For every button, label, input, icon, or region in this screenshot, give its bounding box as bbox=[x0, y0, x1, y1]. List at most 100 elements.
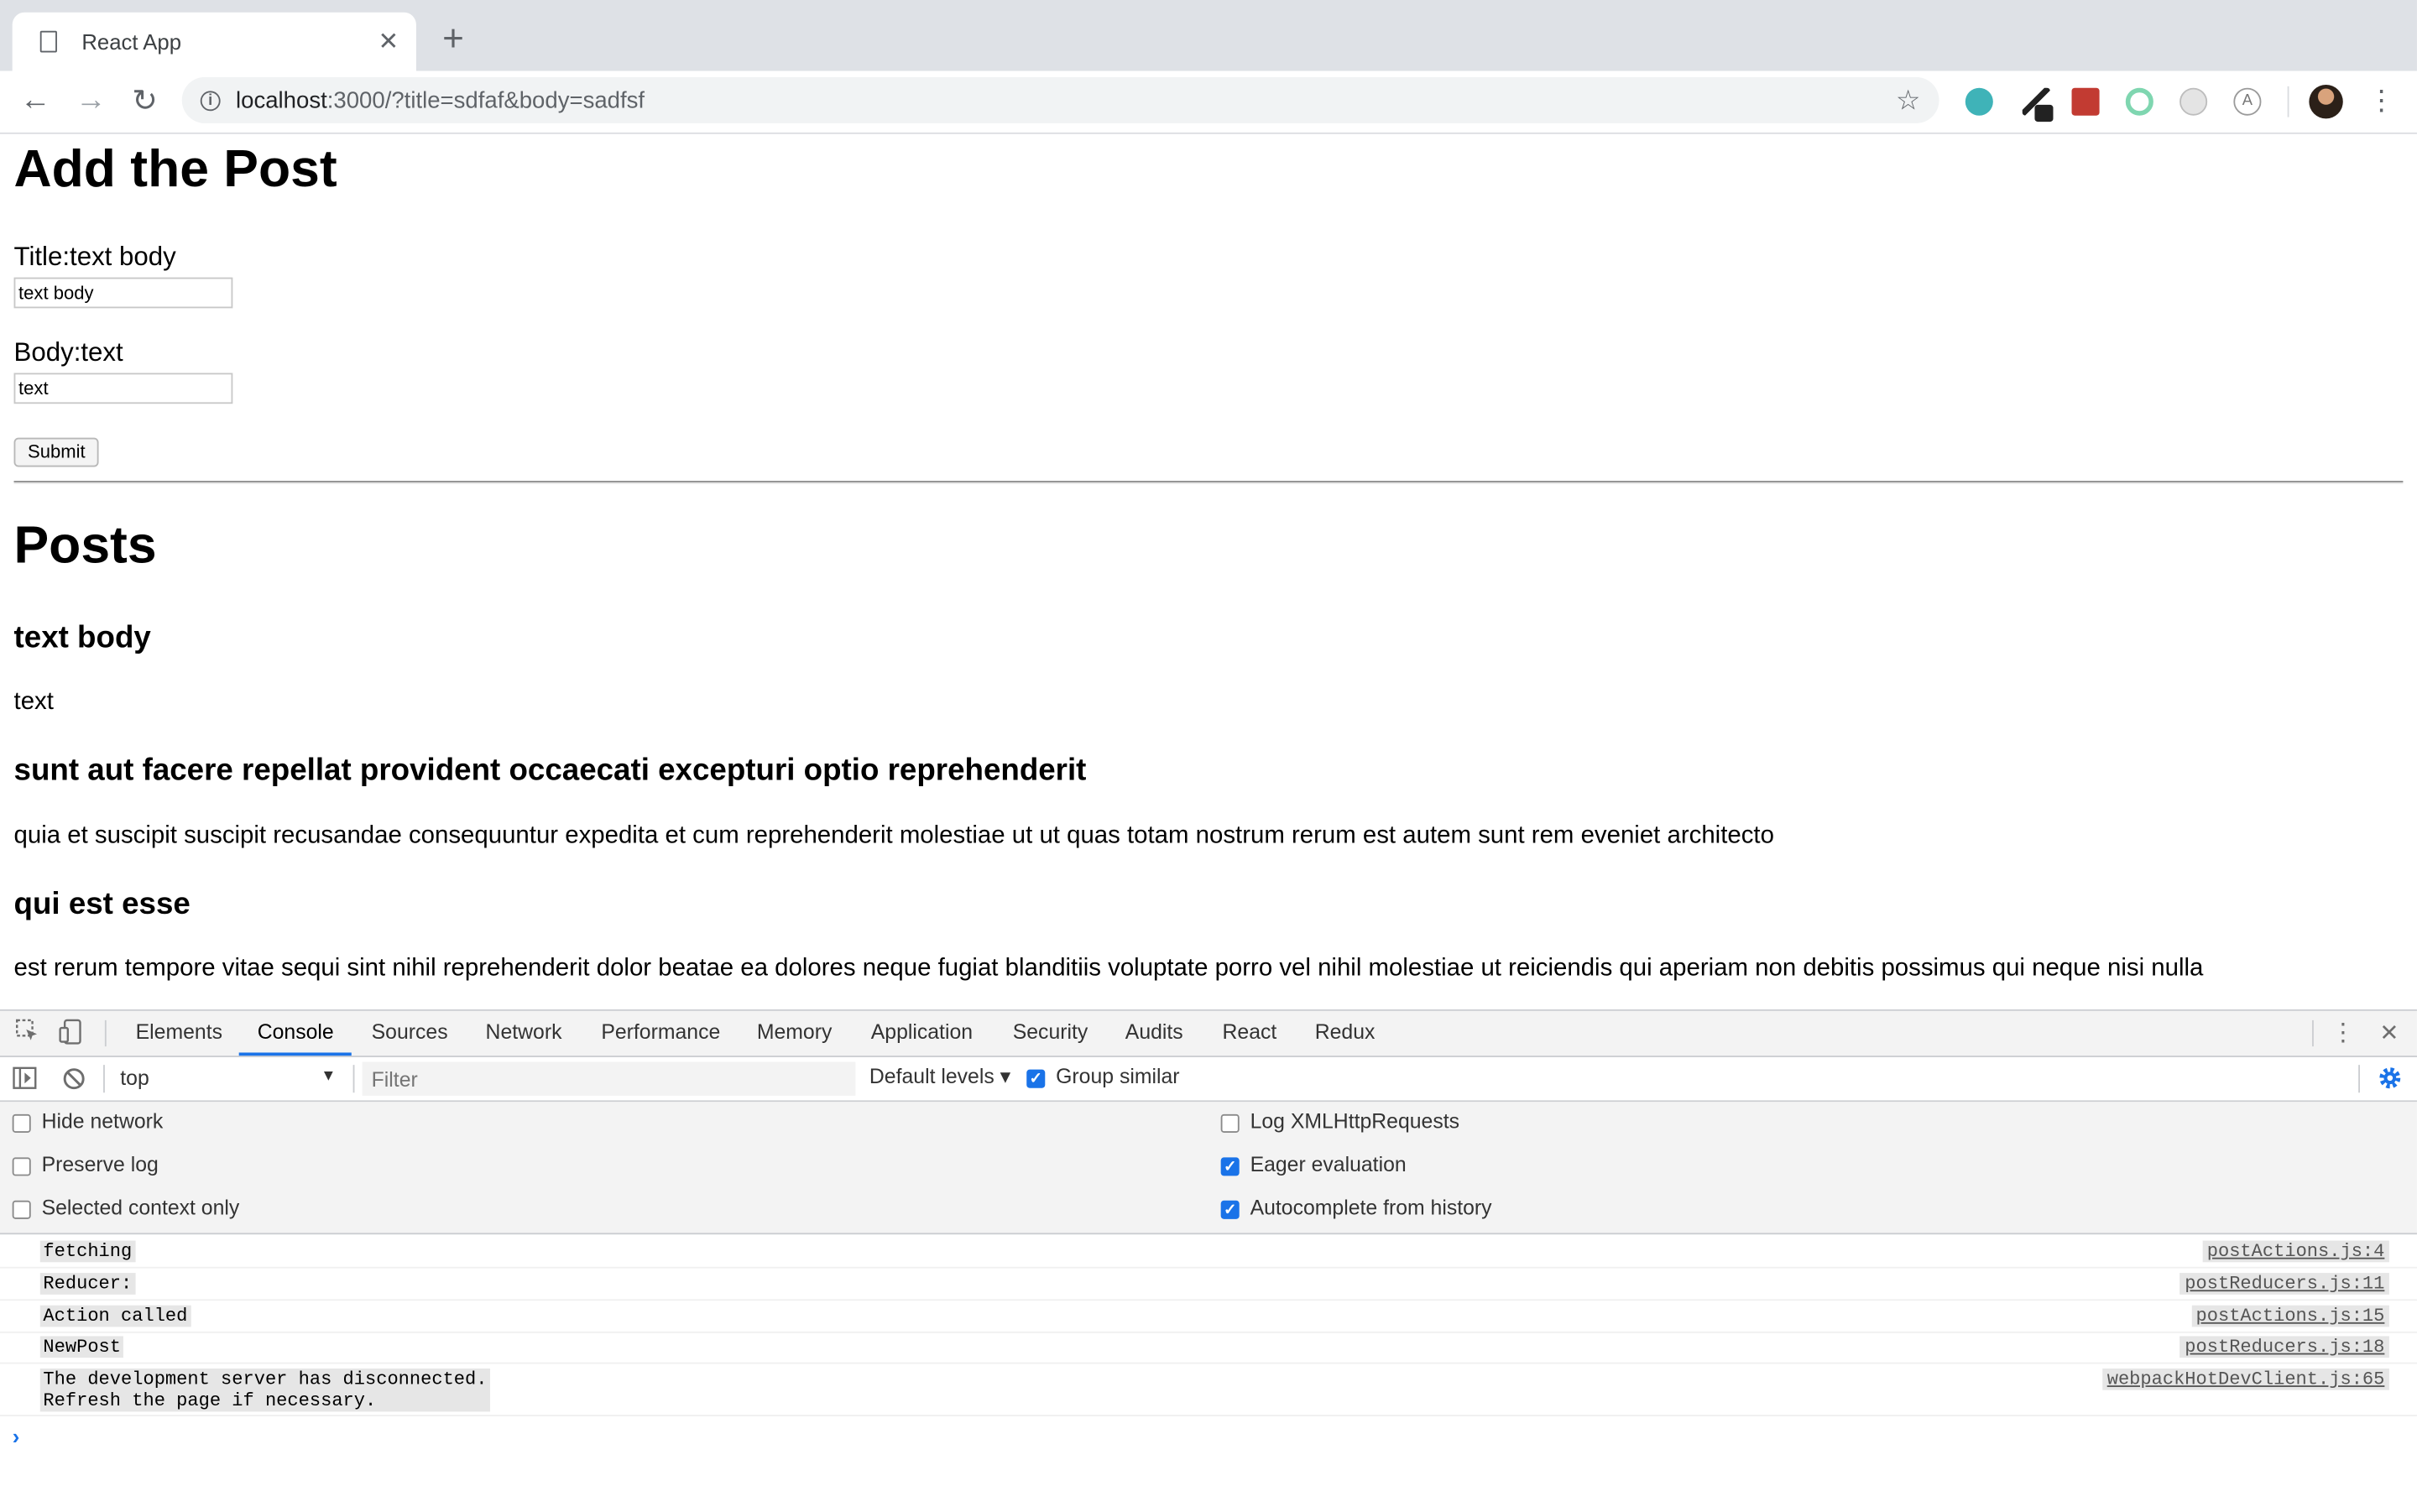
inspect-element-icon[interactable] bbox=[15, 1019, 39, 1043]
post-body: quia et suscipit suscipit recusandae con… bbox=[13, 822, 1774, 850]
info-icon[interactable]: i bbox=[200, 90, 221, 111]
post-title: qui est esse bbox=[13, 887, 191, 922]
hide-network-checkbox[interactable] bbox=[12, 1113, 31, 1133]
tab-console[interactable]: Console bbox=[258, 1011, 334, 1056]
context-value: top bbox=[120, 1066, 149, 1090]
autocomplete-history-label: Autocomplete from history bbox=[1250, 1196, 1492, 1219]
console-settings-pane: Hide network Preserve log Selected conte… bbox=[0, 1102, 2417, 1235]
console-message: The development server has disconnected.… bbox=[0, 1363, 2417, 1416]
tab-title: React App bbox=[81, 29, 182, 55]
selected-context-label: Selected context only bbox=[41, 1196, 240, 1219]
address-bar[interactable]: i localhost:3000/?title=sdfaf&body=sadfs… bbox=[181, 76, 1939, 123]
console-source-link[interactable]: postActions.js:15 bbox=[2191, 1305, 2389, 1327]
hide-network-label: Hide network bbox=[41, 1109, 164, 1133]
log-xhr-label: Log XMLHttpRequests bbox=[1250, 1109, 1460, 1133]
posts-heading: Posts bbox=[13, 516, 157, 576]
tab-strip: React App ✕ + bbox=[0, 0, 2417, 71]
console-message-text: Action called bbox=[39, 1305, 191, 1327]
device-toolbar-icon[interactable] bbox=[59, 1019, 83, 1045]
console-message-text: The development server has disconnected.… bbox=[39, 1368, 491, 1412]
tab-audits[interactable]: Audits bbox=[1125, 1011, 1183, 1056]
tab-react[interactable]: React bbox=[1223, 1011, 1277, 1056]
browser-tab[interactable]: React App ✕ bbox=[12, 12, 416, 71]
tab-network[interactable]: Network bbox=[486, 1011, 562, 1056]
settings-gear-icon[interactable] bbox=[2377, 1065, 2403, 1091]
divider bbox=[13, 481, 2404, 484]
bookmark-star-icon[interactable]: ☆ bbox=[1896, 84, 1921, 117]
browser-toolbar: ← → ↻ i localhost:3000/?title=sdfaf&body… bbox=[0, 70, 2417, 134]
console-message: Reducer: postReducers.js:11 bbox=[0, 1269, 2417, 1301]
preserve-log-checkbox[interactable] bbox=[12, 1157, 31, 1176]
extension-grey-icon[interactable] bbox=[2179, 87, 2208, 116]
console-message: fetching postActions.js:4 bbox=[0, 1236, 2417, 1269]
post-body: text bbox=[13, 689, 54, 716]
new-tab-button[interactable]: + bbox=[435, 18, 472, 61]
log-xhr-checkbox[interactable] bbox=[1220, 1113, 1240, 1133]
group-similar-label: Group similar bbox=[1056, 1065, 1180, 1088]
devtools-menu-icon[interactable]: ⋮ bbox=[2331, 1017, 2355, 1048]
tabbar-divider bbox=[104, 1019, 107, 1047]
console-message-text: Reducer: bbox=[39, 1273, 135, 1295]
extension-red-icon[interactable] bbox=[2071, 87, 2100, 116]
document-icon bbox=[39, 30, 57, 53]
log-levels-dropdown[interactable]: Default levels ▾ bbox=[869, 1065, 1010, 1089]
toolbar-divider bbox=[2287, 86, 2289, 117]
console-filter-bar: top ▼ Default levels ▾ ✓ Group similar bbox=[0, 1056, 2417, 1103]
tab-redux[interactable]: Redux bbox=[1315, 1011, 1376, 1056]
filter-divider bbox=[103, 1065, 105, 1093]
url-path: :3000/?title=sdfaf&body=sadfsf bbox=[326, 86, 645, 113]
extension-a-icon[interactable]: A bbox=[2233, 87, 2262, 116]
active-tab-indicator bbox=[238, 1052, 352, 1056]
console-prompt-icon[interactable]: › bbox=[13, 1424, 20, 1448]
title-label: Title:text body bbox=[13, 242, 176, 272]
extension-badge-icon bbox=[2034, 104, 2054, 123]
group-similar-checkbox[interactable]: ✓ bbox=[1026, 1069, 1046, 1088]
console-message-text: fetching bbox=[39, 1240, 135, 1263]
url-host: localhost bbox=[236, 86, 327, 113]
tab-performance[interactable]: Performance bbox=[601, 1011, 720, 1056]
tab-sources[interactable]: Sources bbox=[372, 1011, 448, 1056]
tabbar-divider-right bbox=[2312, 1019, 2314, 1047]
body-input[interactable] bbox=[13, 373, 233, 404]
filter-divider-right bbox=[2358, 1065, 2360, 1093]
console-message: Action called postActions.js:15 bbox=[0, 1301, 2417, 1333]
console-message: NewPost postReducers.js:18 bbox=[0, 1332, 2417, 1364]
console-source-link[interactable]: postReducers.js:18 bbox=[2179, 1336, 2389, 1358]
autocomplete-history-checkbox[interactable]: ✓ bbox=[1220, 1200, 1240, 1219]
selected-context-checkbox[interactable] bbox=[12, 1200, 31, 1219]
clear-console-icon[interactable] bbox=[61, 1066, 86, 1091]
extension-ring-icon[interactable] bbox=[2125, 87, 2153, 116]
tab-security[interactable]: Security bbox=[1013, 1011, 1088, 1056]
add-post-heading: Add the Post bbox=[13, 140, 337, 199]
devtools-tabbar: Elements Console Sources Network Perform… bbox=[0, 1010, 2417, 1057]
page-content: Add the Post Title:text body Body:text S… bbox=[0, 133, 2417, 1010]
forward-button[interactable]: → bbox=[68, 77, 114, 123]
eager-evaluation-checkbox[interactable]: ✓ bbox=[1220, 1157, 1240, 1176]
tab-elements[interactable]: Elements bbox=[136, 1011, 222, 1056]
console-source-link[interactable]: postReducers.js:11 bbox=[2179, 1273, 2389, 1295]
url-text[interactable]: localhost:3000/?title=sdfaf&body=sadfsf bbox=[236, 87, 1896, 113]
extension-teal-icon[interactable] bbox=[1965, 87, 1993, 116]
devtools-panel: Elements Console Sources Network Perform… bbox=[0, 1009, 2417, 1512]
title-input[interactable] bbox=[13, 277, 233, 309]
console-source-link[interactable]: postActions.js:4 bbox=[2202, 1240, 2389, 1263]
reload-button[interactable]: ↻ bbox=[122, 77, 168, 123]
body-label: Body:text bbox=[13, 337, 123, 368]
profile-avatar[interactable] bbox=[2309, 85, 2343, 119]
console-source-link[interactable]: webpackHotDevClient.js:65 bbox=[2102, 1368, 2389, 1390]
post-title: sunt aut facere repellat provident occae… bbox=[13, 753, 1087, 788]
eager-evaluation-label: Eager evaluation bbox=[1250, 1152, 1407, 1176]
back-button[interactable]: ← bbox=[13, 77, 59, 123]
context-selector[interactable]: top ▼ bbox=[111, 1063, 345, 1094]
sidebar-toggle-icon[interactable] bbox=[13, 1066, 37, 1090]
preserve-log-label: Preserve log bbox=[41, 1152, 159, 1176]
post-title: text body bbox=[13, 621, 151, 655]
close-tab-icon[interactable]: ✕ bbox=[370, 26, 407, 57]
submit-button[interactable]: Submit bbox=[13, 437, 100, 467]
tab-application[interactable]: Application bbox=[871, 1011, 973, 1056]
console-filter-input[interactable] bbox=[362, 1061, 856, 1096]
close-devtools-icon[interactable]: ✕ bbox=[2377, 1019, 2401, 1046]
tab-memory[interactable]: Memory bbox=[757, 1011, 833, 1056]
browser-menu-icon[interactable]: ⋮ bbox=[2367, 83, 2395, 117]
post-body: est rerum tempore vitae sequi sint nihil… bbox=[13, 955, 2204, 982]
